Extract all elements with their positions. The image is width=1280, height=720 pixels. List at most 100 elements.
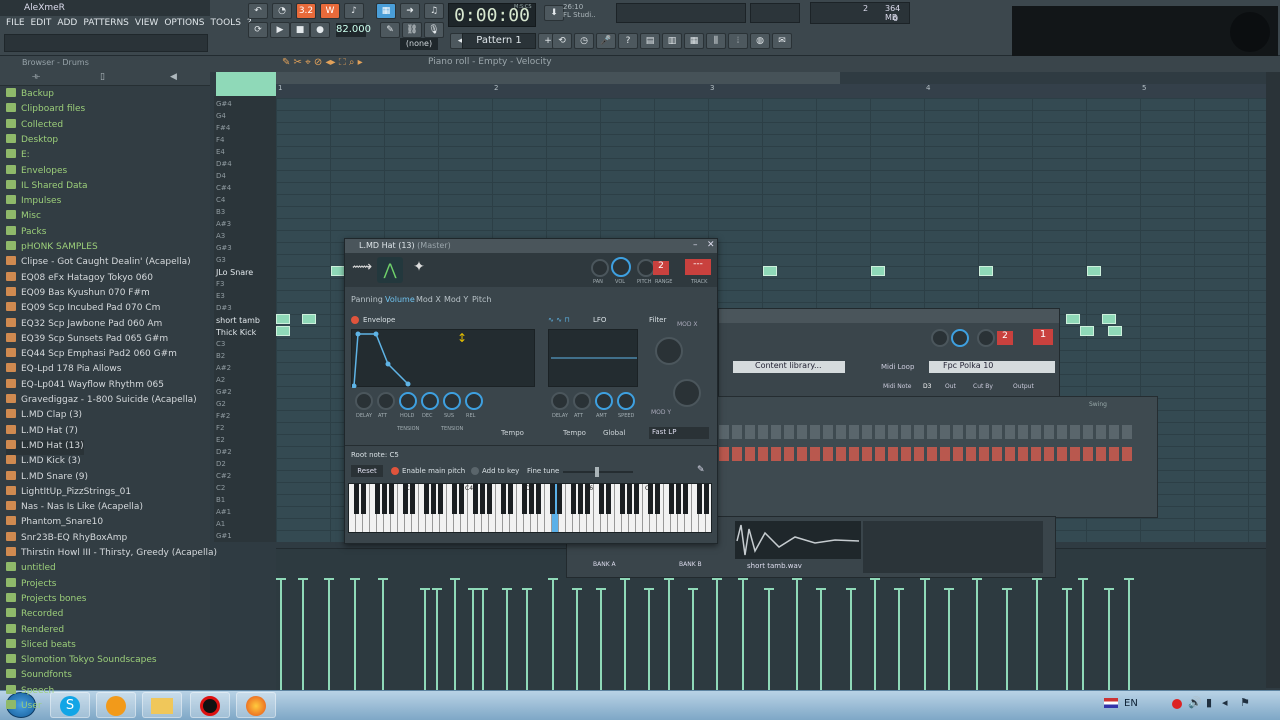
note-block[interactable] <box>1087 266 1101 276</box>
velocity-bar[interactable] <box>354 580 356 690</box>
preset-select[interactable]: Fpc Polka 10 <box>929 361 1055 373</box>
mixer-icon[interactable]: ⫼ <box>706 33 726 49</box>
menu-patterns[interactable]: PATTERNS <box>83 16 129 32</box>
velocity-bar[interactable] <box>820 590 822 690</box>
step-button[interactable] <box>1122 425 1132 439</box>
black-key[interactable] <box>437 484 443 514</box>
step-button[interactable] <box>1044 447 1054 461</box>
browser-item[interactable]: Snr23B-EQ RhyBoxAmp <box>6 531 127 547</box>
tab-mod-y[interactable]: Mod Y <box>444 295 468 304</box>
black-key[interactable] <box>703 484 709 514</box>
velocity-bar[interactable] <box>796 580 798 690</box>
speaker-icon[interactable]: ◀ <box>170 72 177 82</box>
step-button[interactable] <box>914 425 924 439</box>
step-button[interactable] <box>1018 425 1028 439</box>
step-button[interactable] <box>719 425 729 439</box>
velocity-handle[interactable] <box>522 588 532 590</box>
browser-icon[interactable]: ✉ <box>772 33 792 49</box>
content-library-select[interactable]: Content library... <box>733 361 845 373</box>
velocity-handle[interactable] <box>502 588 512 590</box>
velocity-bar[interactable] <box>472 590 474 690</box>
velocity-bar[interactable] <box>768 590 770 690</box>
step-button[interactable] <box>771 425 781 439</box>
piano-roll-icon[interactable]: ▥ <box>662 33 682 49</box>
plugin-icon[interactable]: ◍ <box>750 33 770 49</box>
step-button[interactable] <box>1070 425 1080 439</box>
velocity-handle[interactable] <box>846 588 856 590</box>
black-key[interactable] <box>353 484 359 514</box>
firefox-icon[interactable] <box>236 692 276 718</box>
velocity-handle[interactable] <box>688 588 698 590</box>
browser-item[interactable]: untitled <box>6 562 56 577</box>
browser-item[interactable]: E: <box>6 149 30 164</box>
step-button[interactable] <box>823 425 833 439</box>
menu-options[interactable]: OPTIONS <box>164 16 204 32</box>
tab-pitch[interactable]: Pitch <box>472 295 491 304</box>
black-key[interactable] <box>675 484 681 514</box>
step-button[interactable] <box>875 425 885 439</box>
link-icon[interactable]: ⛓ <box>402 22 422 38</box>
tab-volume[interactable]: Volume <box>385 295 415 304</box>
velocity-handle[interactable] <box>1104 588 1114 590</box>
velocity-handle[interactable] <box>620 578 630 580</box>
velocity-bar[interactable] <box>648 590 650 690</box>
velocity-bar[interactable] <box>454 580 456 690</box>
step-button[interactable] <box>849 425 859 439</box>
velocity-handle[interactable] <box>478 588 488 590</box>
lfo-graph[interactable] <box>548 329 638 387</box>
tab-panning[interactable]: Panning <box>351 295 383 304</box>
step-button[interactable] <box>784 447 794 461</box>
velocity-handle[interactable] <box>792 578 802 580</box>
velocity-handle[interactable] <box>450 578 460 580</box>
black-key[interactable] <box>570 484 576 514</box>
step-button[interactable] <box>927 425 937 439</box>
velocity-bar[interactable] <box>1006 590 1008 690</box>
step-button[interactable] <box>784 425 794 439</box>
wait-button[interactable]: W <box>320 3 340 19</box>
range-value[interactable]: 2 <box>653 261 669 275</box>
step-button[interactable] <box>836 425 846 439</box>
black-key[interactable] <box>668 484 674 514</box>
velocity-handle[interactable] <box>432 588 442 590</box>
step-edit-icon[interactable]: ➜ <box>400 3 420 19</box>
step-button[interactable] <box>992 425 1002 439</box>
channel-rack-icon[interactable]: ⦙ <box>728 33 748 49</box>
lfo-shapes-icon[interactable]: ∿ ∿ ⊓ <box>548 316 570 324</box>
browser-item[interactable]: EQ39 Scp Sunsets Pad 065 G#m <box>6 332 168 348</box>
black-key[interactable] <box>388 484 394 514</box>
envelope-knob[interactable] <box>399 392 417 410</box>
pan-knob[interactable] <box>591 259 609 277</box>
browser-item[interactable]: Projects bones <box>6 592 87 608</box>
metronome-icon[interactable]: ♫ <box>424 3 444 19</box>
browser-item[interactable]: EQ-Lpd 178 Pia Allows <box>6 363 121 378</box>
black-key[interactable] <box>598 484 604 514</box>
velocity-handle[interactable] <box>596 588 606 590</box>
velocity-handle[interactable] <box>420 588 430 590</box>
velocity-bar[interactable] <box>1082 580 1084 690</box>
bank-a-label[interactable]: BANK A <box>593 561 616 568</box>
note-block[interactable] <box>302 314 316 324</box>
step-button[interactable] <box>1031 447 1041 461</box>
browser-item[interactable]: Desktop <box>6 133 58 149</box>
step-button[interactable] <box>953 425 963 439</box>
black-key[interactable] <box>556 484 562 514</box>
channel-track[interactable]: 1 <box>1033 329 1053 345</box>
browser-item[interactable]: Clipboard files <box>6 103 85 118</box>
envelope-knob[interactable] <box>443 392 461 410</box>
black-key[interactable] <box>472 484 478 514</box>
velocity-bar[interactable] <box>716 580 718 690</box>
browser-item[interactable]: EQ32 Scp Jawbone Pad 060 Am <box>6 317 162 333</box>
black-key[interactable] <box>696 484 702 514</box>
step-button[interactable] <box>771 447 781 461</box>
velocity-handle[interactable] <box>920 578 930 580</box>
velocity-handle[interactable] <box>764 588 774 590</box>
step-button[interactable] <box>849 447 859 461</box>
browser-item[interactable]: EQ44 Scp Emphasi Pad2 060 G#m <box>6 348 177 363</box>
step-button[interactable] <box>888 425 898 439</box>
step-button[interactable] <box>1005 447 1015 461</box>
step-button[interactable] <box>810 447 820 461</box>
browser-item[interactable]: Rendered <box>6 623 64 639</box>
black-key[interactable] <box>479 484 485 514</box>
step-button[interactable] <box>927 447 937 461</box>
black-key[interactable] <box>605 484 611 514</box>
